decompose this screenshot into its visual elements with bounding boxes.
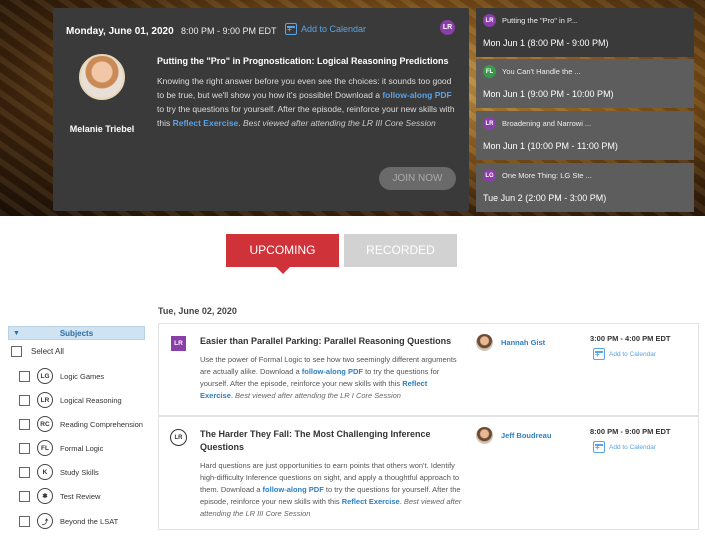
reflect-exercise-link[interactable]: Reflect Exercise	[342, 497, 400, 506]
side-session-item[interactable]: FL You Can't Handle the ... Mon Jun 1 (9…	[476, 59, 694, 108]
desc-note: Best viewed after attending the LR III C…	[243, 118, 436, 128]
instructor-avatar	[476, 427, 493, 444]
select-all-option[interactable]: Select All	[11, 346, 64, 357]
side-session-item[interactable]: LG One More Thing: LG Ste ... Tue Jun 2 …	[476, 163, 694, 212]
filter-checkbox[interactable]	[19, 466, 30, 478]
subject-filter-panel: ▼ Subjects Select All LG Logic Games LR …	[8, 326, 145, 537]
side-session-title: You Can't Handle the ...	[502, 67, 581, 76]
list-date-heading: Tue, June 02, 2020	[158, 306, 237, 316]
reading-comprehension-icon: RC	[37, 416, 53, 432]
add-to-calendar-label: Add to Calendar	[301, 24, 367, 34]
join-now-button[interactable]: JOIN NOW	[379, 167, 456, 190]
study-skills-icon: K	[37, 464, 53, 480]
featured-add-to-calendar[interactable]: Add to Calendar	[285, 23, 366, 35]
filter-checkbox[interactable]	[19, 418, 30, 430]
filter-label: Beyond the LSAT	[60, 516, 119, 526]
instructor-name: Hannah Gist	[501, 338, 546, 347]
collapse-caret-icon: ▼	[13, 330, 20, 337]
add-to-calendar-label: Add to Calendar	[609, 443, 656, 451]
reflect-exercise-link[interactable]: Reflect Exercise	[173, 118, 239, 128]
featured-time: 8:00 PM - 9:00 PM EDT	[181, 26, 277, 36]
filter-label: Logic Games	[60, 371, 105, 381]
follow-along-pdf-link[interactable]: follow-along PDF	[382, 90, 451, 100]
side-session-datetime: Tue Jun 2 (2:00 PM - 3:00 PM)	[483, 193, 607, 203]
select-all-label: Select All	[31, 347, 64, 356]
add-to-calendar-link[interactable]: Add to Calendar	[593, 441, 656, 453]
featured-date: Monday, June 01, 2020	[66, 26, 174, 37]
filter-label: Logical Reasoning	[60, 395, 122, 405]
calendar-add-icon	[593, 348, 605, 360]
side-session-datetime: Mon Jun 1 (10:00 PM - 11:00 PM)	[483, 141, 618, 151]
filter-label: Study Skills	[60, 467, 99, 477]
filter-checkbox[interactable]	[19, 442, 30, 454]
follow-along-pdf-link[interactable]: follow-along PDF	[263, 485, 324, 494]
filter-checkbox[interactable]	[19, 394, 30, 406]
beyond-the-lsat-icon: ⤴	[37, 513, 53, 529]
session-title[interactable]: The Harder They Fall: The Most Challengi…	[200, 428, 460, 454]
calendar-add-icon	[593, 441, 605, 453]
filter-label: Test Review	[60, 491, 101, 501]
side-session-title: Broadening and Narrowi ...	[502, 119, 592, 128]
test-review-icon: ✱	[37, 488, 53, 504]
tab-recorded[interactable]: RECORDED	[344, 234, 457, 267]
tab-upcoming[interactable]: UPCOMING	[226, 234, 339, 274]
subjects-header-label: Subjects	[59, 329, 94, 338]
side-session-title: One More Thing: LG Ste ...	[502, 171, 592, 180]
filter-checkbox[interactable]	[19, 515, 30, 527]
filter-checkbox[interactable]	[19, 490, 30, 502]
subject-badge: LR	[483, 14, 496, 27]
filter-item-test-review[interactable]: ✱ Test Review	[19, 486, 100, 506]
subjects-header[interactable]: ▼ Subjects	[8, 326, 145, 340]
side-session-datetime: Mon Jun 1 (8:00 PM - 9:00 PM)	[483, 38, 609, 48]
logic-games-icon: LG	[37, 368, 53, 384]
session-time: 8:00 PM - 9:00 PM EDT	[590, 427, 671, 436]
subject-badge-lr: LR	[171, 336, 186, 351]
side-session-item[interactable]: LR Putting the "Pro" in P... Mon Jun 1 (…	[476, 8, 694, 57]
formal-logic-icon: FL	[37, 440, 53, 456]
filter-item-beyond-the-lsat[interactable]: ⤴ Beyond the LSAT	[19, 511, 118, 531]
filter-item-formal-logic[interactable]: FL Formal Logic	[19, 438, 103, 458]
session-title[interactable]: Easier than Parallel Parking: Parallel R…	[200, 335, 460, 348]
calendar-add-icon	[285, 23, 297, 35]
side-session-title: Putting the "Pro" in P...	[502, 16, 578, 25]
featured-session-card: Monday, June 01, 2020 8:00 PM - 9:00 PM …	[53, 8, 469, 211]
filter-label: Reading Comprehension	[60, 419, 143, 429]
session-description: Hard questions are just opportunities to…	[200, 460, 462, 520]
filter-item-reading-comprehension[interactable]: RC Reading Comprehension	[19, 414, 143, 434]
featured-title: Putting the "Pro" in Prognostication: Lo…	[157, 56, 449, 66]
filter-label: Formal Logic	[60, 443, 104, 453]
side-session-item[interactable]: LR Broadening and Narrowi ... Mon Jun 1 …	[476, 111, 694, 160]
filter-item-logic-games[interactable]: LG Logic Games	[19, 366, 104, 386]
featured-description: Knowing the right answer before you even…	[157, 74, 457, 130]
session-card: LR Easier than Parallel Parking: Paralle…	[158, 323, 699, 416]
session-description: Use the power of Formal Logic to see how…	[200, 354, 462, 402]
instructor[interactable]: Jeff Boudreau	[476, 427, 551, 444]
instructor-avatar	[476, 334, 493, 351]
select-all-checkbox[interactable]	[11, 346, 22, 357]
instructor[interactable]: Hannah Gist	[476, 334, 545, 351]
filter-item-logical-reasoning[interactable]: LR Logical Reasoning	[19, 390, 122, 410]
subject-badge: LR	[483, 117, 496, 130]
session-card: LR The Harder They Fall: The Most Challe…	[158, 416, 699, 530]
session-time: 3:00 PM - 4:00 PM EDT	[590, 334, 671, 343]
logical-reasoning-icon: LR	[170, 429, 187, 446]
follow-along-pdf-link[interactable]: follow-along PDF	[302, 367, 363, 376]
subject-badge: FL	[483, 65, 496, 78]
filter-item-study-skills[interactable]: K Study Skills	[19, 462, 99, 482]
instructor-name: Jeff Boudreau	[501, 431, 552, 440]
subject-badge-lr: LR	[440, 20, 455, 35]
add-to-calendar-link[interactable]: Add to Calendar	[593, 348, 656, 360]
add-to-calendar-label: Add to Calendar	[609, 350, 656, 358]
hero-banner: Monday, June 01, 2020 8:00 PM - 9:00 PM …	[0, 0, 705, 216]
desc-note: Best viewed after attending the LR I Cor…	[235, 391, 401, 400]
logical-reasoning-icon: LR	[37, 392, 53, 408]
instructor-name: Melanie Triebel	[69, 124, 135, 134]
subject-badge: LG	[483, 169, 496, 182]
side-session-datetime: Mon Jun 1 (9:00 PM - 10:00 PM)	[483, 89, 614, 99]
filter-checkbox[interactable]	[19, 370, 30, 382]
instructor-avatar	[79, 54, 125, 100]
